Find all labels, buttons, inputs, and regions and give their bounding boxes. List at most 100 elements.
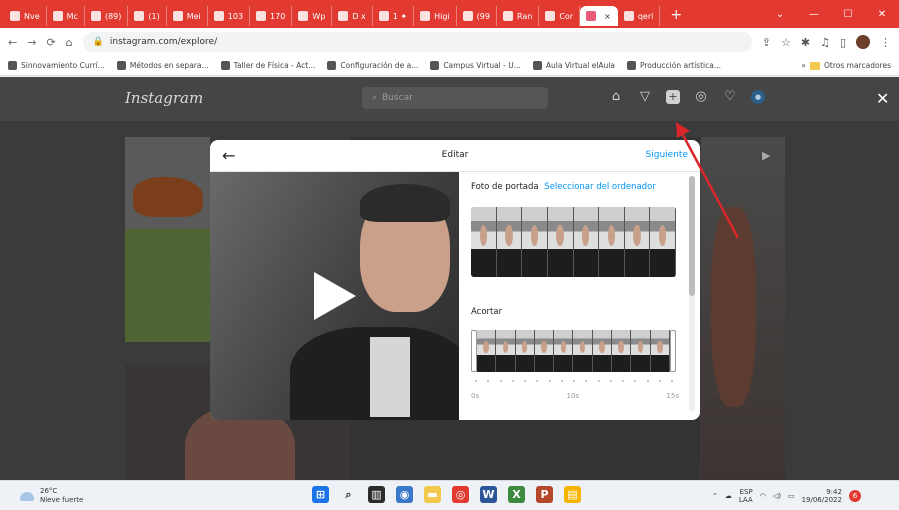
- browser-tab[interactable]: Cor: [539, 6, 581, 26]
- cover-frame[interactable]: [547, 207, 574, 277]
- notes-icon[interactable]: ▤: [564, 486, 581, 503]
- cover-frame[interactable]: [471, 207, 497, 277]
- excel-icon[interactable]: X: [508, 486, 525, 503]
- browser-tab[interactable]: 170: [250, 6, 293, 26]
- panel-scrollbar[interactable]: [689, 176, 695, 412]
- chrome-icon[interactable]: ◎: [452, 486, 469, 503]
- instagram-logo[interactable]: Instagram: [125, 89, 203, 107]
- taskbar-apps: ⊞ ⌕ ▥ ◉ ▬ ◎ W X P ▤: [312, 486, 581, 503]
- browser-tab[interactable]: Ran: [497, 6, 540, 26]
- search-icon[interactable]: ⌕: [340, 486, 357, 503]
- cover-frame[interactable]: [573, 207, 600, 277]
- cloud-icon[interactable]: ☁: [725, 492, 732, 500]
- bookmark-label: Sinnovamiento Currí...: [21, 61, 105, 70]
- close-tab-icon[interactable]: ×: [604, 12, 611, 21]
- trim-frame-strip[interactable]: [477, 330, 670, 372]
- cover-frame[interactable]: [650, 207, 676, 277]
- bookmark-item[interactable]: Sinnovamiento Currí...: [8, 61, 105, 70]
- maximize-button[interactable]: ☐: [831, 9, 865, 20]
- browser-tab[interactable]: Wp: [292, 6, 333, 26]
- battery-icon[interactable]: ▭: [788, 492, 795, 500]
- volume-icon[interactable]: ◁): [773, 492, 781, 500]
- menu-icon[interactable]: ⋮: [880, 36, 891, 49]
- windows-start-icon[interactable]: ⊞: [312, 486, 329, 503]
- powerpoint-icon[interactable]: P: [536, 486, 553, 503]
- instagram-nav: ⌂ ▽ + ◎ ♡ ●: [608, 89, 765, 104]
- cover-frame-strip[interactable]: [471, 207, 676, 277]
- browser-tab-active[interactable]: ×: [580, 6, 618, 26]
- word-icon[interactable]: W: [480, 486, 497, 503]
- select-from-computer-link[interactable]: Seleccionar del ordenador: [544, 182, 655, 192]
- chat-icon[interactable]: ◉: [396, 486, 413, 503]
- close-window-button[interactable]: ✕: [865, 9, 899, 20]
- search-input[interactable]: ⌕ Buscar: [362, 87, 548, 109]
- browser-tab[interactable]: Nve: [4, 6, 47, 26]
- language-indicator[interactable]: ESP LAA: [739, 488, 753, 504]
- cover-frame[interactable]: [599, 207, 625, 277]
- cover-frame[interactable]: [522, 207, 548, 277]
- bookmark-item[interactable]: Métodos en separa...: [116, 61, 209, 70]
- next-button[interactable]: Siguiente: [646, 150, 688, 160]
- bookmark-favicon-icon: [430, 61, 440, 70]
- browser-tab[interactable]: Mc: [47, 6, 85, 26]
- new-tab-button[interactable]: +: [660, 7, 692, 23]
- bookmark-item[interactable]: Producción artística...: [627, 61, 721, 70]
- heart-icon[interactable]: ♡: [722, 89, 738, 104]
- profile-avatar[interactable]: [856, 35, 870, 49]
- browser-tab[interactable]: Higi: [414, 6, 457, 26]
- trim-handle-end[interactable]: [670, 330, 676, 372]
- star-icon[interactable]: ☆: [781, 36, 791, 49]
- share-icon[interactable]: ⇪: [762, 36, 771, 49]
- chevron-up-icon[interactable]: ⌃: [712, 492, 718, 500]
- play-icon[interactable]: [314, 272, 356, 320]
- forward-arrow-icon[interactable]: →: [27, 36, 36, 49]
- reload-icon[interactable]: ⟳: [46, 36, 55, 49]
- extensions-icon[interactable]: ✱: [801, 36, 810, 49]
- bookmark-item[interactable]: Aula Virtual elAula: [532, 61, 615, 70]
- cover-frame[interactable]: [624, 207, 651, 277]
- direct-message-icon[interactable]: ▽: [637, 89, 653, 104]
- browser-tab[interactable]: Mei: [167, 6, 208, 26]
- new-post-icon[interactable]: +: [666, 90, 680, 104]
- folder-icon: [810, 61, 821, 70]
- browser-tab[interactable]: (89): [85, 6, 129, 26]
- minimize-button[interactable]: —: [797, 9, 831, 20]
- weather-widget[interactable]: 26°C Nieve fuerte: [20, 487, 83, 505]
- tick-label-mid: 10s: [566, 392, 580, 400]
- explore-icon[interactable]: ◎: [693, 89, 709, 104]
- tab-label: 103: [227, 11, 244, 21]
- explore-post-dancer[interactable]: [701, 137, 785, 480]
- url-field[interactable]: 🔒 instagram.com/explore/: [82, 32, 752, 52]
- bookmark-item[interactable]: Campus Virtual - U...: [430, 61, 521, 70]
- profile-avatar-icon[interactable]: ●: [751, 90, 765, 104]
- browser-tab[interactable]: D x: [332, 6, 373, 26]
- sidebar-icon[interactable]: ▯: [840, 36, 846, 49]
- media-icon[interactable]: ♫: [820, 36, 830, 49]
- notification-badge[interactable]: 6: [848, 490, 861, 502]
- bookmarks-folder[interactable]: » Otros marcadores: [801, 61, 891, 70]
- back-arrow-icon[interactable]: ←: [8, 36, 17, 49]
- address-bar-row: ← → ⟳ ⌂ 🔒 instagram.com/explore/ ⇪ ☆ ✱ ♫…: [0, 28, 899, 56]
- video-preview[interactable]: [210, 172, 459, 420]
- cover-frame[interactable]: [496, 207, 523, 277]
- clock[interactable]: 9:42 19/06/2022: [802, 488, 842, 504]
- trim-frame: [534, 330, 555, 372]
- browser-tab[interactable]: qeri: [618, 6, 661, 26]
- browser-tab[interactable]: (1): [128, 6, 167, 26]
- chevron-down-icon[interactable]: ⌄: [763, 9, 797, 20]
- browser-tab[interactable]: 103: [208, 6, 251, 26]
- close-modal-icon[interactable]: ✕: [876, 89, 889, 108]
- trim-handle-start[interactable]: [471, 330, 477, 372]
- browser-tab[interactable]: 1 ✦: [373, 6, 415, 26]
- task-view-icon[interactable]: ▥: [368, 486, 385, 503]
- wifi-icon[interactable]: ◠: [760, 492, 766, 500]
- browser-tab[interactable]: (99: [457, 6, 497, 26]
- explore-post-horse[interactable]: [125, 137, 210, 342]
- home-icon[interactable]: ⌂: [608, 89, 624, 104]
- bookmark-item[interactable]: Taller de Física - Act...: [220, 61, 315, 70]
- file-explorer-icon[interactable]: ▬: [424, 486, 441, 503]
- bookmark-item[interactable]: Configuración de a...: [327, 61, 418, 70]
- edit-modal: ← Editar Siguiente Foto de portada Selec…: [210, 140, 700, 420]
- home-icon[interactable]: ⌂: [66, 36, 73, 49]
- scrollbar-thumb[interactable]: [689, 176, 695, 296]
